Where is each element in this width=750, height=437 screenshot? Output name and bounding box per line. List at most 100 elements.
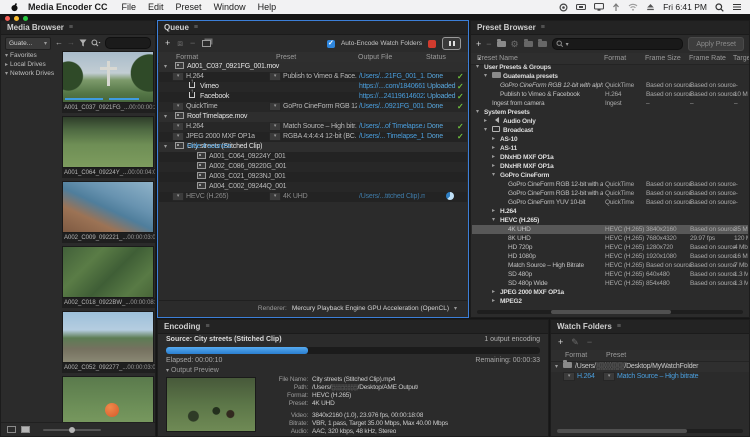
spotlight-search-icon[interactable] (715, 3, 724, 12)
preset-row[interactable]: ▾User Presets & Groups (472, 63, 748, 72)
record-icon[interactable] (559, 3, 568, 12)
menu-edit[interactable]: Edit (148, 2, 164, 12)
preset-row[interactable]: GoPro CineForm RGB 12-bit with alphaQuic… (472, 180, 748, 189)
menu-help[interactable]: Help (258, 2, 277, 12)
stop-queue-button[interactable] (428, 40, 436, 48)
wifi-icon[interactable] (628, 3, 638, 11)
caret-expanded-icon[interactable]: ▾ (164, 112, 167, 122)
remove-watch-folder-button[interactable]: − (587, 338, 592, 347)
preset-row[interactable]: 8K UHDHEVC (H.265)7680x432029.97 fps120 … (472, 234, 748, 243)
add-output-button[interactable]: ⧈ (177, 39, 183, 48)
panel-menu-icon[interactable]: ≡ (617, 323, 621, 330)
preset-row[interactable]: Publish to Vimeo & FacebookH.264Based on… (472, 90, 748, 99)
output-file-link[interactable]: /Users/...titched Clip).mp4 (359, 192, 425, 202)
queue-row[interactable]: Vimeohttps://....com/184066142Uploaded✓ (159, 82, 467, 92)
output-file-link[interactable]: /Users/...of Timelapse.mp4 (359, 122, 425, 132)
caret-collapsed-icon[interactable]: ▸ (492, 144, 495, 153)
format-dropdown[interactable]: ▾ (172, 122, 184, 131)
preset-row[interactable]: Match Source – High BitrateHEVC (H.265)B… (472, 261, 748, 270)
caret-collapsed-icon[interactable]: ▸ (492, 288, 495, 297)
caret-expanded-icon[interactable]: ▾ (484, 126, 487, 135)
preset-dropdown[interactable]: ▾ (269, 102, 281, 111)
tree-item-network-drives[interactable]: ▾Network Drives (1, 69, 59, 78)
tab-preset-browser[interactable]: Preset Browser (477, 23, 536, 32)
slider-knob[interactable] (69, 427, 75, 433)
forward-button[interactable]: → (67, 38, 75, 48)
preset-row[interactable]: ▸MPEG2 (472, 297, 748, 305)
thumbnail-size-slider[interactable] (43, 429, 101, 431)
watch-folder-row[interactable]: ▾ /Users/░░░░░░/Desktop/MyWatchFolder (551, 362, 749, 372)
preset-row[interactable]: ▾System Presets (472, 108, 748, 117)
filter-funnel-icon[interactable] (79, 39, 87, 47)
close-button[interactable] (5, 16, 10, 21)
clip-thumbnail[interactable] (62, 376, 154, 423)
queue-row[interactable]: A001_C064_09224Y_001 (159, 152, 467, 162)
media-clip[interactable]: A002_C009_092221_...00:00:03:04 (62, 181, 155, 243)
create-group-icon[interactable] (497, 41, 506, 47)
preset-row[interactable]: HD 1080pHEVC (H.265)1920x1080Based on so… (472, 252, 748, 261)
delete-preset-button[interactable]: − (486, 40, 491, 49)
preset-row[interactable]: ▾HEVC (H.265) (472, 216, 748, 225)
menu-window[interactable]: Window (214, 2, 246, 12)
create-preset-button[interactable]: + (476, 40, 481, 49)
auto-encode-checkbox[interactable]: ✓ (327, 40, 335, 48)
duplicate-button[interactable] (202, 40, 211, 47)
panel-menu-icon[interactable]: ≡ (194, 24, 198, 31)
caret-expanded-icon[interactable]: ▾ (164, 62, 167, 72)
caret-icon[interactable]: ▸ (5, 62, 8, 68)
zoom-button[interactable] (23, 16, 28, 21)
queue-row[interactable]: ▾H.264▾Match Source – High bitr.../Users… (159, 122, 467, 132)
panel-menu-icon[interactable]: ≡ (205, 323, 209, 330)
file-type-filter-icon[interactable] (91, 39, 101, 47)
minimize-button[interactable] (14, 16, 19, 21)
output-file-link[interactable]: /Users/... Timelapse_1.mxf (359, 132, 425, 142)
caret-collapsed-icon[interactable]: ▸ (492, 153, 495, 162)
preset-row[interactable]: ▸JPEG 2000 MXF OP1a (472, 288, 748, 297)
watch-folder-output-row[interactable]: ▾ H.264 ▾ Match Source – High bitrate (551, 372, 749, 382)
location-dropdown[interactable]: Guate...▾ (5, 37, 51, 50)
queue-row[interactable]: ▾City streets (Stitched Clip)Hide 4 sour… (159, 142, 467, 152)
caret-collapsed-icon[interactable]: ▸ (492, 162, 495, 171)
queue-row[interactable]: ▾QuickTime▾GoPro CineForm RGB 12.../User… (159, 102, 467, 112)
preset-row[interactable]: GoPro CineForm RGB 12-bit with alpha (Al… (472, 81, 748, 90)
queue-row[interactable]: Facebookhttps://...24119614602283Uploade… (159, 92, 467, 102)
output-file-link[interactable]: /Users/...21FG_001_1.mp4 (359, 72, 425, 82)
panel-menu-icon[interactable]: ≡ (69, 24, 73, 31)
app-menu[interactable]: Media Encoder CC (28, 2, 108, 12)
caret-expanded-icon[interactable]: ▾ (492, 216, 495, 225)
format-dropdown[interactable]: ▾ (563, 372, 575, 381)
queue-row[interactable]: A004_C002_09244Q_001 (159, 182, 467, 192)
preset-dropdown[interactable]: ▾ (269, 72, 281, 81)
output-file-link[interactable]: /Users/...0921FG_001.mov (359, 102, 425, 112)
notification-center-icon[interactable] (732, 3, 742, 11)
preset-row[interactable]: GoPro CineForm RGB 12-bit with alpha...Q… (472, 189, 748, 198)
upload-arrow-icon[interactable] (612, 3, 620, 12)
export-preset-icon[interactable] (538, 41, 547, 47)
caret-collapsed-icon[interactable]: ▸ (492, 135, 495, 144)
preset-search-input[interactable]: ▾ (552, 38, 684, 50)
clip-thumbnail[interactable] (62, 51, 154, 103)
preset-settings-icon[interactable]: ⚙ (511, 40, 519, 49)
scrollbar-thumb[interactable] (551, 310, 671, 314)
media-clip[interactable] (62, 376, 155, 423)
clip-thumbnail[interactable] (62, 311, 154, 363)
tab-queue[interactable]: Queue (164, 23, 189, 32)
hide-sources-link[interactable]: Hide 4 sources (187, 142, 231, 152)
preset-row[interactable]: ▸AS-11 (472, 144, 748, 153)
clip-thumbnail[interactable] (62, 246, 154, 298)
preset-row[interactable]: ▸H.264 (472, 207, 748, 216)
preset-row[interactable]: 4K UHDHEVC (H.265)3840x2160Based on sour… (472, 225, 748, 234)
queue-row[interactable]: A002_C086_09220G_001 (159, 162, 467, 172)
preset-row[interactable]: ▸AS-10 (472, 135, 748, 144)
preset-row[interactable]: ▸DNxHD MXF OP1a (472, 153, 748, 162)
tab-media-browser[interactable]: Media Browser (7, 23, 64, 32)
panel-menu-icon[interactable]: ≡ (541, 24, 545, 31)
share-url[interactable]: https://....com/184066142 (359, 82, 425, 92)
share-url[interactable]: https://...24119614602283 (359, 92, 425, 102)
format-dropdown[interactable]: ▾ (172, 192, 184, 201)
pause-queue-button[interactable] (442, 37, 461, 50)
back-button[interactable]: ← (55, 38, 63, 48)
edit-watch-folder-button[interactable]: ✎ (571, 338, 579, 347)
format-dropdown[interactable]: ▾ (172, 132, 184, 141)
preset-dropdown[interactable]: ▾ (269, 122, 281, 131)
